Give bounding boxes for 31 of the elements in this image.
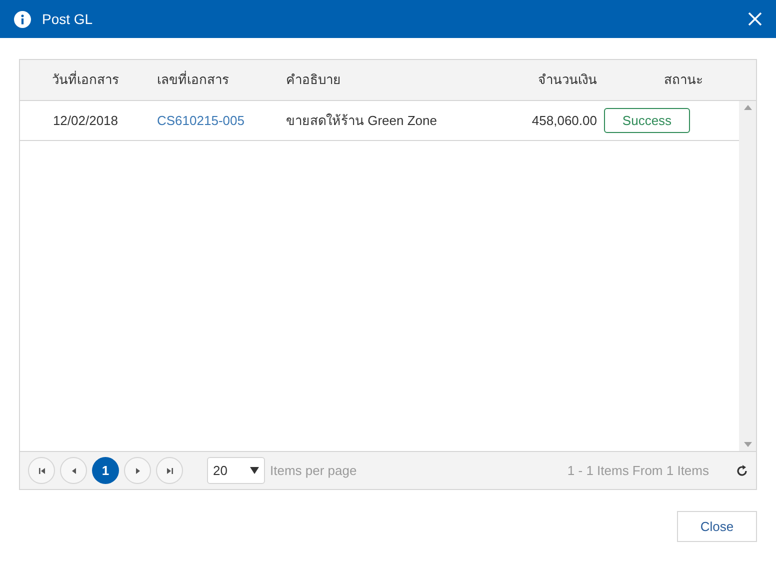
status-badge: Success (604, 108, 690, 133)
first-page-icon (38, 466, 46, 474)
info-icon (14, 10, 31, 28)
close-button[interactable]: Close (677, 511, 757, 542)
next-page-button[interactable] (124, 457, 151, 484)
table-cell-text: ขายสดให้ร้าน Green Zone (285, 112, 438, 130)
page-size-dropdown[interactable]: 20 (207, 457, 265, 484)
scroll-down-icon[interactable] (744, 442, 752, 447)
scrollbar[interactable] (739, 101, 756, 451)
table-cell-text: 458,060.00 (530, 112, 597, 130)
column-header: เลขที่เอกสาร (156, 70, 230, 90)
first-page-button[interactable] (28, 457, 55, 484)
last-page-icon (166, 466, 174, 474)
window-title: Post GL (42, 10, 93, 28)
previous-page-button[interactable] (60, 457, 87, 484)
table-cell-text: 12/02/2018 (52, 112, 120, 130)
caret-icon (250, 467, 259, 474)
scroll-up-icon[interactable] (744, 105, 752, 110)
pager-summary: 1 - 1 Items From 1 Items (567, 462, 709, 480)
column-header: สถานะ (663, 71, 704, 90)
previous-page-icon (70, 466, 76, 474)
document-link[interactable]: CS610215-005 (157, 112, 244, 128)
last-page-button[interactable] (156, 457, 183, 484)
column-header: จำนวนเงิน (537, 71, 597, 90)
page-button[interactable]: 1 (92, 457, 119, 484)
items-per-page-label: Items per page (270, 462, 357, 480)
next-page-icon (134, 466, 140, 474)
refresh-icon[interactable] (736, 464, 748, 476)
column-header: คำอธิบาย (285, 71, 342, 90)
column-header: วันที่เอกสาร (51, 70, 120, 90)
close-icon[interactable] (748, 12, 762, 26)
